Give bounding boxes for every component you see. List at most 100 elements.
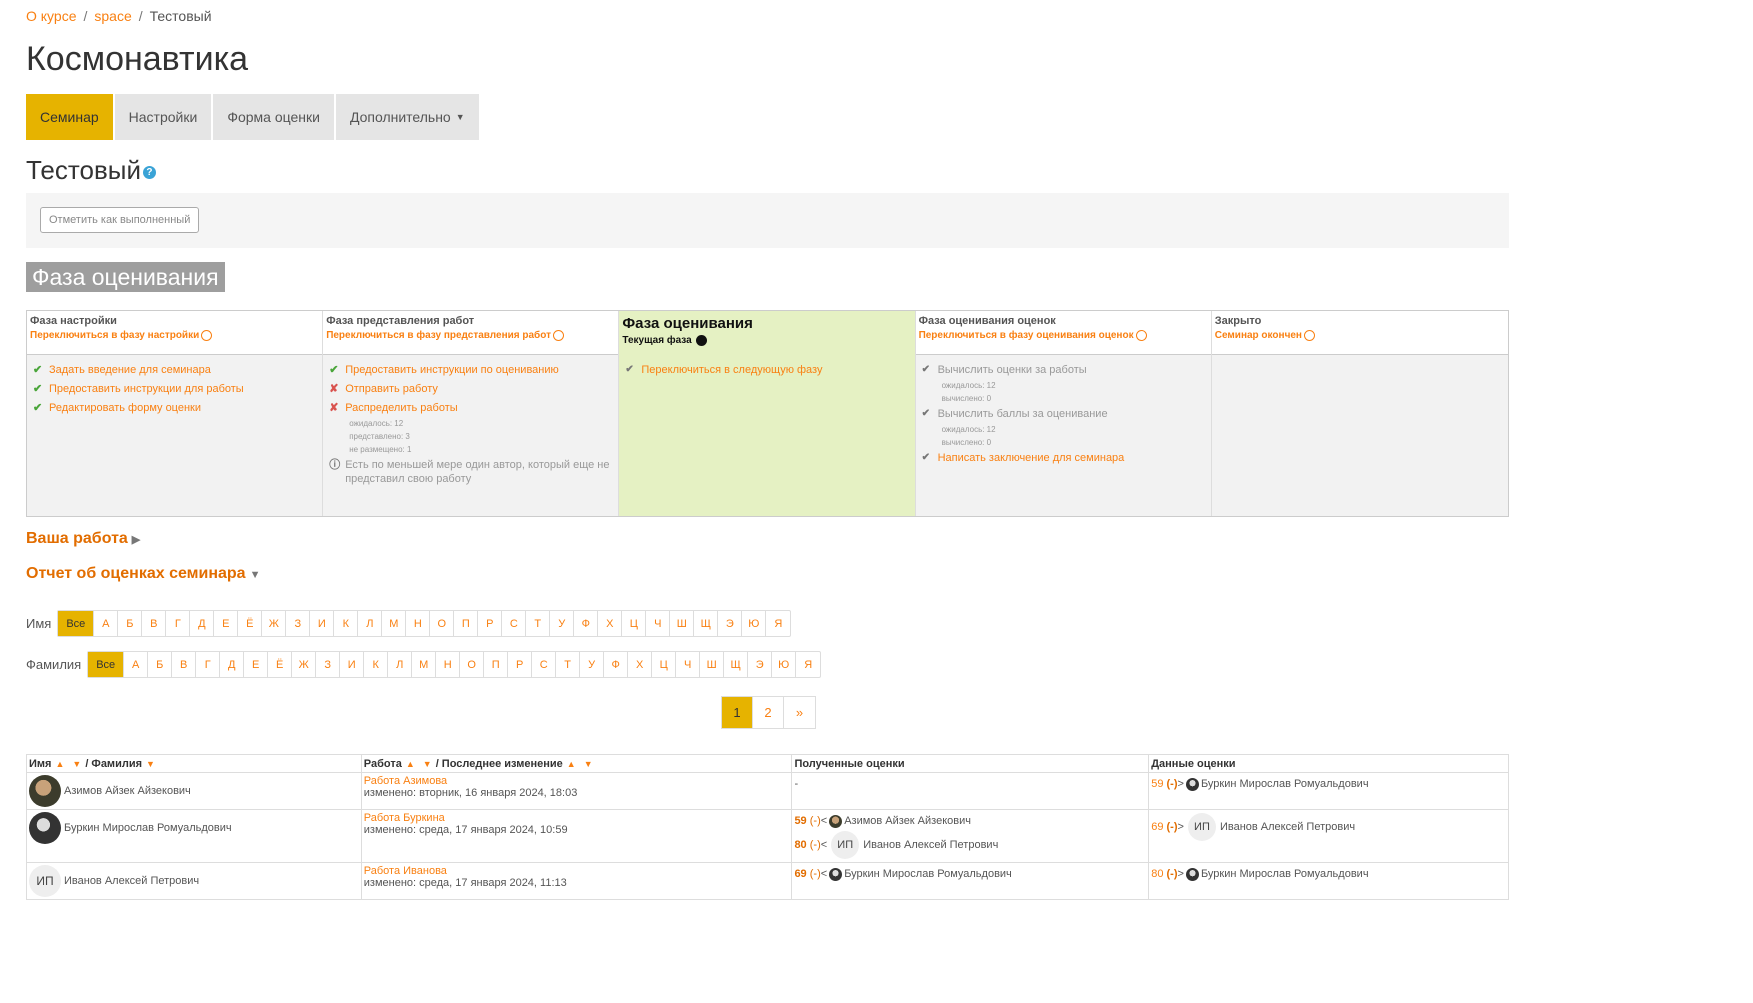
letter-filter[interactable]: Д [220, 652, 245, 677]
switch-phase-link[interactable]: Переключиться в фазу представления работ [326, 330, 615, 341]
letter-filter[interactable]: Л [388, 652, 413, 677]
mark-as-done-button[interactable]: Отметить как выполненный [40, 207, 200, 233]
letter-filter[interactable]: З [316, 652, 341, 677]
letter-filter[interactable]: Л [358, 611, 383, 636]
letter-filter[interactable]: Б [148, 652, 173, 677]
letter-filter[interactable]: Е [244, 652, 269, 677]
letter-filter[interactable]: Д [190, 611, 215, 636]
tab-assessment-form[interactable]: Форма оценки [213, 94, 334, 140]
letter-filter[interactable]: Ч [676, 652, 701, 677]
letter-filter[interactable]: Ю [772, 652, 797, 677]
submission-link[interactable]: Работа Иванова [364, 865, 790, 877]
page-1-button[interactable]: 1 [722, 697, 753, 728]
letter-filter[interactable]: Ё [238, 611, 263, 636]
letter-filter[interactable]: Е [214, 611, 239, 636]
letter-filter[interactable]: С [532, 652, 557, 677]
task-link[interactable]: Задать введение для семинара [49, 363, 211, 377]
grade-value[interactable]: 59 [1151, 778, 1163, 790]
task-link[interactable]: Отправить работу [345, 382, 438, 396]
sort-desc-icon[interactable]: ▼ [146, 759, 155, 769]
letter-filter[interactable]: Щ [724, 652, 749, 677]
task-link[interactable]: Переключиться в следующую фазу [641, 363, 822, 377]
grade-value[interactable]: 80 [794, 839, 806, 851]
your-work-toggle[interactable]: Ваша работа ▶ [26, 530, 140, 548]
grade-value[interactable]: 59 [794, 815, 806, 827]
breadcrumb-link-course[interactable]: О курсе [26, 8, 76, 24]
sort-lastname-link[interactable]: / Фамилия [85, 758, 142, 770]
letter-filter[interactable]: Я [766, 611, 790, 636]
letter-filter[interactable]: Г [166, 611, 191, 636]
letter-filter[interactable]: П [454, 611, 479, 636]
letter-filter[interactable]: Ш [700, 652, 725, 677]
participant-name[interactable]: Буркин Мирослав Ромуальдович [64, 822, 232, 834]
sort-work-link[interactable]: Работа [364, 758, 402, 770]
letter-filter[interactable]: Э [718, 611, 743, 636]
letter-filter[interactable]: С [502, 611, 527, 636]
next-page-button[interactable]: » [784, 697, 815, 728]
breadcrumb-link-space[interactable]: space [94, 8, 131, 24]
sort-firstname-link[interactable]: Имя [29, 758, 51, 770]
letter-filter[interactable]: Т [526, 611, 551, 636]
tab-seminar[interactable]: Семинар [26, 94, 113, 140]
sort-asc-icon[interactable]: ▲ [567, 759, 576, 769]
letter-filter[interactable]: Ф [574, 611, 599, 636]
letter-filter[interactable]: Ж [262, 611, 287, 636]
letter-filter[interactable]: Щ [694, 611, 719, 636]
sort-desc-icon[interactable]: ▼ [584, 759, 593, 769]
letter-filter[interactable]: О [430, 611, 455, 636]
letter-filter[interactable]: У [580, 652, 605, 677]
submission-link[interactable]: Работа Азимова [364, 775, 790, 787]
letter-filter[interactable]: Ц [622, 611, 647, 636]
letter-filter[interactable]: Н [436, 652, 461, 677]
letter-filter[interactable]: К [334, 611, 359, 636]
letter-filter[interactable]: Ё [268, 652, 293, 677]
letter-filter[interactable]: Р [508, 652, 533, 677]
letter-filter[interactable]: В [172, 652, 197, 677]
grades-report-toggle[interactable]: Отчет об оценках семинара ▼ [26, 565, 260, 583]
reviewer-name[interactable]: Буркин Мирослав Ромуальдович [1201, 868, 1369, 880]
reviewer-name[interactable]: Буркин Мирослав Ромуальдович [1201, 778, 1369, 790]
letter-filter[interactable]: Э [748, 652, 773, 677]
reviewer-name[interactable]: Иванов Алексей Петрович [1220, 821, 1355, 833]
letter-filter[interactable]: М [382, 611, 407, 636]
letter-filter[interactable]: М [412, 652, 437, 677]
initials-avatar[interactable]: ИП [29, 865, 61, 897]
submission-link[interactable]: Работа Буркина [364, 812, 790, 824]
tab-settings[interactable]: Настройки [114, 94, 212, 140]
letter-filter[interactable]: Ц [652, 652, 677, 677]
letter-filter[interactable]: У [550, 611, 575, 636]
reviewer-name[interactable]: Азимов Айзек Айзекович [844, 815, 971, 827]
task-link[interactable]: Предоставить инструкции по оцениванию [345, 363, 559, 377]
participant-name[interactable]: Иванов Алексей Петрович [64, 875, 199, 887]
task-link[interactable]: Предоставить инструкции для работы [49, 382, 244, 396]
letter-filter[interactable]: П [484, 652, 509, 677]
letter-filter[interactable]: З [286, 611, 311, 636]
switch-phase-link[interactable]: Семинар окончен [1215, 330, 1505, 341]
reviewer-name[interactable]: Буркин Мирослав Ромуальдович [844, 868, 1012, 880]
switch-phase-link[interactable]: Переключиться в фазу настройки [30, 330, 319, 341]
letter-filter[interactable]: Т [556, 652, 581, 677]
task-link[interactable]: Распределить работы [345, 401, 457, 415]
letter-filter[interactable]: А [124, 652, 149, 677]
letter-filter[interactable]: И [340, 652, 365, 677]
letter-filter[interactable]: А [94, 611, 119, 636]
task-link[interactable]: Редактировать форму оценки [49, 401, 201, 415]
sort-desc-icon[interactable]: ▼ [423, 759, 432, 769]
sort-modified-link[interactable]: / Последнее изменение [436, 758, 563, 770]
letter-filter[interactable]: Ю [742, 611, 767, 636]
letter-filter[interactable]: И [310, 611, 335, 636]
sort-desc-icon[interactable]: ▼ [72, 759, 81, 769]
letter-filter[interactable]: Г [196, 652, 221, 677]
letter-filter[interactable]: Х [598, 611, 623, 636]
letter-filter[interactable]: В [142, 611, 167, 636]
letter-filter[interactable]: К [364, 652, 389, 677]
help-icon[interactable]: ? [142, 165, 156, 179]
grade-value[interactable]: 69 [794, 868, 806, 880]
letter-filter[interactable]: Я [796, 652, 820, 677]
sort-asc-icon[interactable]: ▲ [406, 759, 415, 769]
switch-phase-link[interactable]: Переключиться в фазу оценивания оценок [919, 330, 1208, 341]
participant-name[interactable]: Азимов Айзек Айзекович [64, 785, 191, 797]
letter-filter[interactable]: Р [478, 611, 503, 636]
letter-filter[interactable]: Б [118, 611, 143, 636]
letter-filter[interactable]: Ч [646, 611, 671, 636]
